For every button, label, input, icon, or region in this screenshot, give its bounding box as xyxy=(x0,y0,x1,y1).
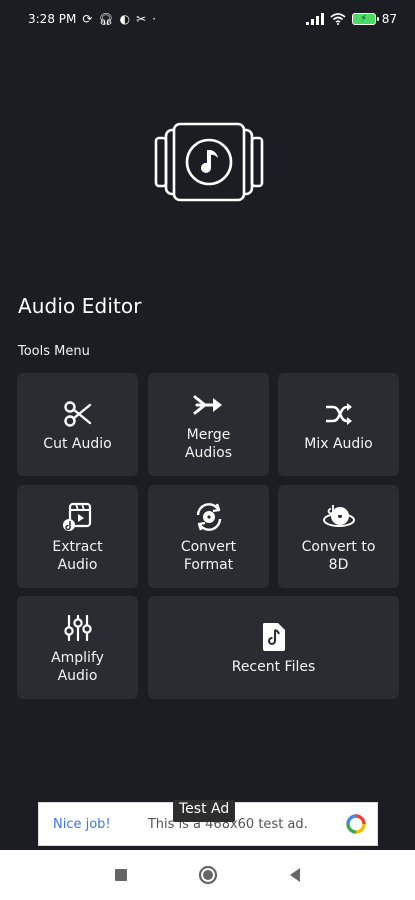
merge-icon xyxy=(192,388,226,422)
tools-grid: Cut Audio Merge Audios Mix Audio Extract… xyxy=(17,373,399,699)
tool-label: Cut Audio xyxy=(43,435,112,452)
tool-extract-audio[interactable]: Extract Audio xyxy=(17,485,138,588)
battery-level: 87 xyxy=(381,12,397,26)
tool-recent-files[interactable]: Recent Files xyxy=(148,596,399,699)
tool-amplify-audio[interactable]: Amplify Audio xyxy=(17,596,138,699)
tool-merge-audios[interactable]: Merge Audios xyxy=(148,373,269,476)
home-button[interactable] xyxy=(198,865,218,885)
tool-cut-audio[interactable]: Cut Audio xyxy=(17,373,138,476)
tool-convert-format[interactable]: Convert Format xyxy=(148,485,269,588)
equalizer-icon xyxy=(61,611,95,645)
app-notification-icon: ◐ xyxy=(119,12,131,26)
status-right: ⚡ 87 xyxy=(305,12,397,26)
convert-format-icon xyxy=(192,500,226,534)
shuffle-icon xyxy=(322,397,356,431)
tool-convert-8d[interactable]: Convert to 8D xyxy=(278,485,399,588)
tool-label: Amplify Audio xyxy=(51,649,104,684)
tool-label: Convert Format xyxy=(180,538,237,573)
tool-label: Mix Audio xyxy=(304,435,373,452)
status-bar: 3:28 PM ⟳ 🎧︎ ◐ ✂ · ⚡ 87 xyxy=(0,0,415,38)
scissors-icon xyxy=(61,397,95,431)
status-time: 3:28 PM xyxy=(28,12,77,26)
tool-label: Extract Audio xyxy=(52,538,103,573)
tool-mix-audio[interactable]: Mix Audio xyxy=(278,373,399,476)
cut-notification-icon: ✂ xyxy=(136,12,147,26)
battery-icon: ⚡ xyxy=(351,13,379,25)
dot-icon: · xyxy=(152,12,157,26)
sync-icon: ⟳ xyxy=(82,12,93,26)
app-logo-icon xyxy=(154,122,264,202)
8d-audio-icon xyxy=(322,500,356,534)
system-nav-bar xyxy=(0,850,415,900)
ad-headline: Nice job! xyxy=(53,816,111,832)
ad-logo-icon xyxy=(346,814,366,834)
ad-label: Test Ad xyxy=(173,800,236,822)
status-left: 3:28 PM ⟳ 🎧︎ ◐ ✂ · xyxy=(28,12,156,26)
tool-label: Convert to 8D xyxy=(301,538,376,573)
recents-button[interactable] xyxy=(114,868,128,882)
headset-icon: 🎧︎ xyxy=(98,12,114,26)
signal-icon xyxy=(305,13,324,25)
music-file-icon xyxy=(257,620,291,654)
tool-label: Merge Audios xyxy=(184,426,233,461)
wifi-icon xyxy=(330,13,346,25)
tools-menu-heading: Tools Menu xyxy=(18,344,90,359)
back-button[interactable] xyxy=(288,867,302,883)
tool-label: Recent Files xyxy=(231,658,316,675)
extract-video-icon xyxy=(61,500,95,534)
app-title: Audio Editor xyxy=(18,294,142,318)
